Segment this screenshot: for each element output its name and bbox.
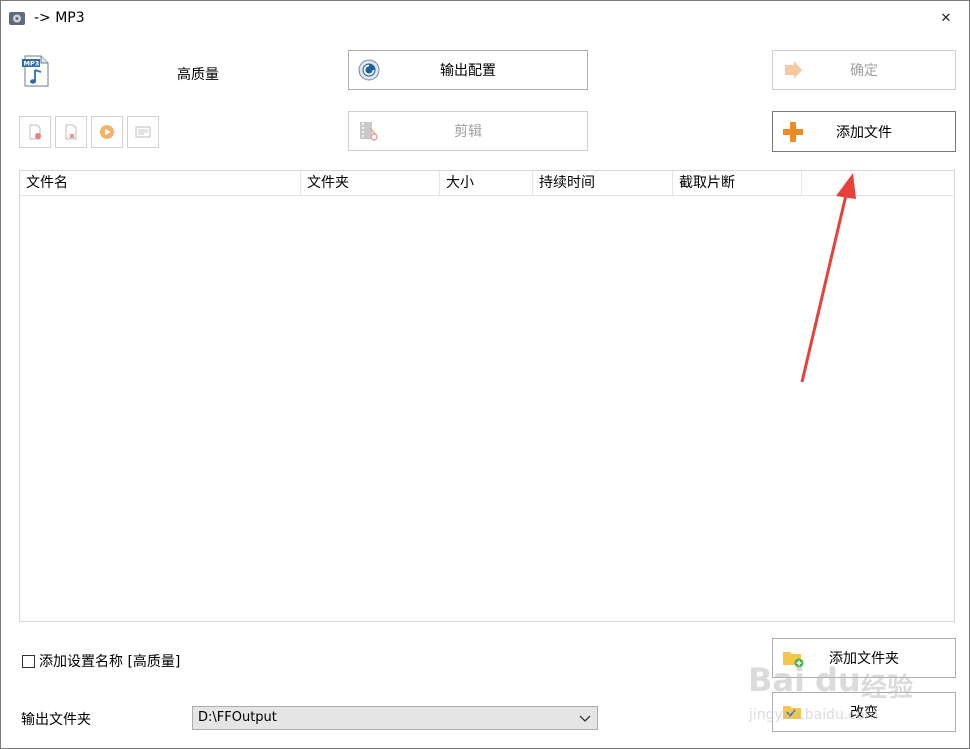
folder-add-icon <box>783 652 804 668</box>
svg-text:MP3: MP3 <box>24 60 40 68</box>
plus-icon <box>783 121 803 142</box>
output-config-button[interactable]: 输出配置 <box>348 50 588 90</box>
output-folder-value: D:\FFOutput <box>198 710 277 725</box>
output-config-label: 输出配置 <box>440 63 496 79</box>
column-header-filename[interactable]: 文件名 <box>20 171 301 196</box>
media-info-icon <box>135 126 151 138</box>
add-setting-name-checkbox[interactable]: 添加设置名称 [高质量] <box>22 651 180 671</box>
close-icon: ✕ <box>940 10 952 26</box>
output-folder-select[interactable]: D:\FFOutput <box>192 706 598 730</box>
add-folder-button[interactable]: 添加文件夹 <box>772 638 956 678</box>
mp3-file-icon: MP3 <box>22 55 49 87</box>
film-scissors-icon <box>360 122 378 141</box>
close-button[interactable]: ✕ <box>923 1 969 35</box>
play-icon <box>100 125 114 139</box>
add-folder-label: 添加文件夹 <box>829 651 899 667</box>
add-setting-name-label: 添加设置名称 [高质量] <box>39 654 181 670</box>
change-label: 改变 <box>850 705 878 721</box>
file-list[interactable]: 文件名 文件夹 大小 持续时间 截取片断 <box>19 170 955 622</box>
column-header-size[interactable]: 大小 <box>440 171 533 196</box>
clear-list-icon <box>65 124 77 140</box>
confirm-button[interactable]: 确定 <box>772 50 956 90</box>
column-header-duration[interactable]: 持续时间 <box>533 171 673 196</box>
checkbox-box[interactable] <box>22 654 35 668</box>
confirm-label: 确定 <box>850 63 878 79</box>
clear-list-button[interactable] <box>55 116 87 148</box>
media-info-button[interactable] <box>127 116 159 148</box>
remove-file-icon <box>29 124 41 140</box>
change-button[interactable]: 改变 <box>772 692 956 732</box>
window-title: -> MP3 <box>34 10 85 26</box>
chevron-down-icon <box>579 715 591 722</box>
app-icon <box>9 12 25 25</box>
remove-file-button[interactable] <box>19 116 51 148</box>
add-file-button[interactable]: 添加文件 <box>772 111 956 152</box>
settings-gear-icon <box>358 59 380 81</box>
play-button[interactable] <box>91 116 123 148</box>
add-file-label: 添加文件 <box>836 124 892 141</box>
output-folder-label: 输出文件夹 <box>21 712 91 728</box>
quality-label: 高质量 <box>177 67 219 83</box>
arrow-right-icon <box>785 61 802 79</box>
file-list-header: 文件名 文件夹 大小 持续时间 截取片断 <box>20 171 954 196</box>
column-header-clip[interactable]: 截取片断 <box>673 171 802 196</box>
edit-label: 剪辑 <box>454 124 482 140</box>
edit-button[interactable]: 剪辑 <box>348 111 588 151</box>
title-bar: -> MP3 ✕ <box>1 1 969 35</box>
converter-window: -> MP3 ✕ MP3 高质量 输出配置 确定 剪辑 添加文件 文件名 文件夹… <box>0 0 970 749</box>
column-header-folder[interactable]: 文件夹 <box>301 171 440 196</box>
folder-icon <box>783 706 801 719</box>
